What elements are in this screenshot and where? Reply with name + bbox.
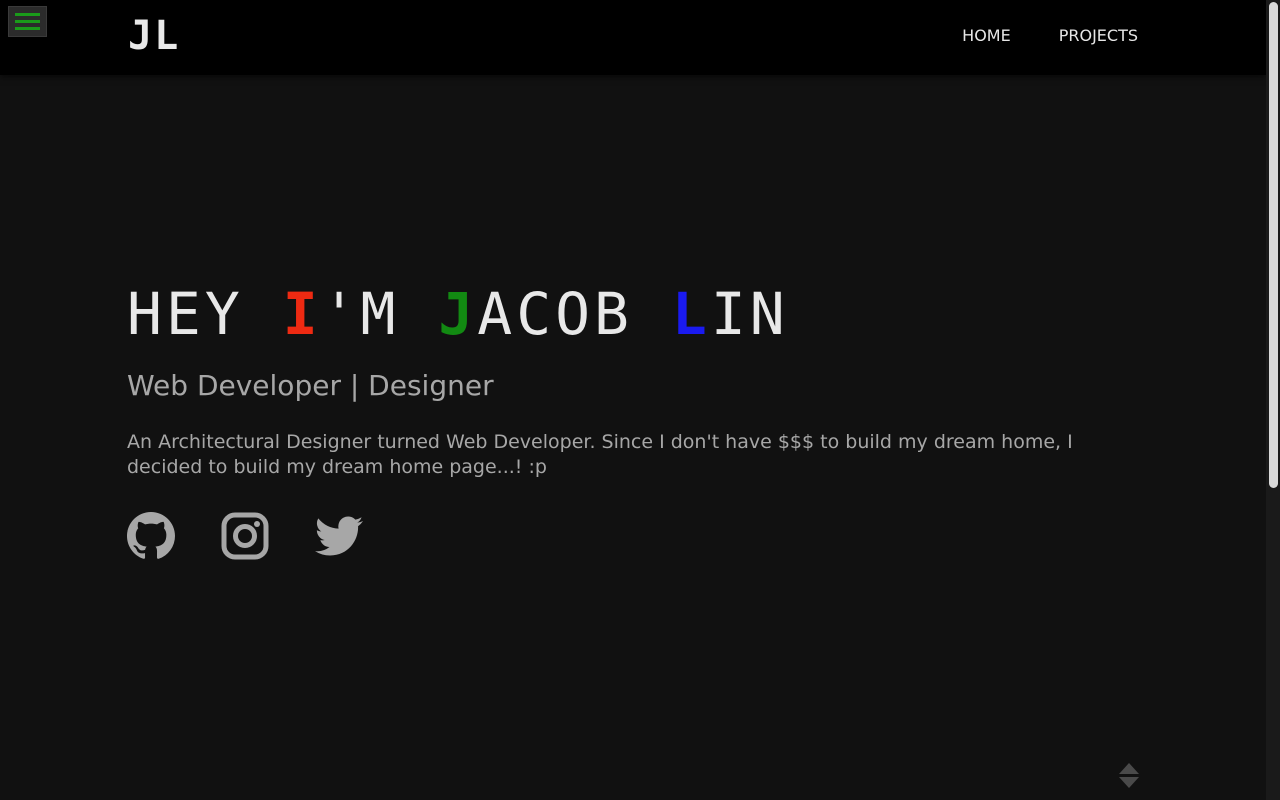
- scrollbar-thumb[interactable]: [1269, 2, 1278, 488]
- headline-accent-j: J: [438, 280, 478, 348]
- hero-subtitle: Web Developer | Designer: [127, 369, 494, 402]
- headline-part-hey: HEY: [127, 280, 283, 348]
- headline-accent-l: L: [671, 280, 711, 348]
- hamburger-icon-bar: [15, 20, 40, 23]
- instagram-icon[interactable]: [221, 512, 269, 560]
- headline-part-in: IN: [710, 280, 789, 348]
- hamburger-menu-button[interactable]: [8, 6, 47, 37]
- headline-accent-i: I: [282, 280, 322, 348]
- github-icon[interactable]: [127, 512, 175, 560]
- social-links: [127, 512, 1147, 560]
- hamburger-icon-bar: [15, 13, 40, 16]
- site-logo[interactable]: JL: [128, 14, 180, 58]
- navbar: JL HOME PROJECTS: [0, 0, 1266, 75]
- headline-part-acob: ACOB: [477, 280, 672, 348]
- nav-link-home[interactable]: HOME: [962, 26, 1011, 45]
- headline-part-m: 'M: [321, 280, 439, 348]
- hero-section: HEY I'M JACOB LIN Web Developer | Design…: [127, 282, 1147, 560]
- scroll-up-down-icon[interactable]: [1118, 762, 1140, 790]
- nav-link-projects[interactable]: PROJECTS: [1059, 26, 1138, 45]
- nav-links: HOME PROJECTS: [962, 26, 1138, 45]
- hero-bio: An Architectural Designer turned Web Dev…: [127, 431, 1073, 478]
- scrollbar[interactable]: [1266, 0, 1280, 800]
- hero-headline: HEY I'M JACOB LIN: [127, 282, 1147, 346]
- twitter-icon[interactable]: [315, 512, 363, 560]
- hamburger-icon-bar: [15, 27, 40, 30]
